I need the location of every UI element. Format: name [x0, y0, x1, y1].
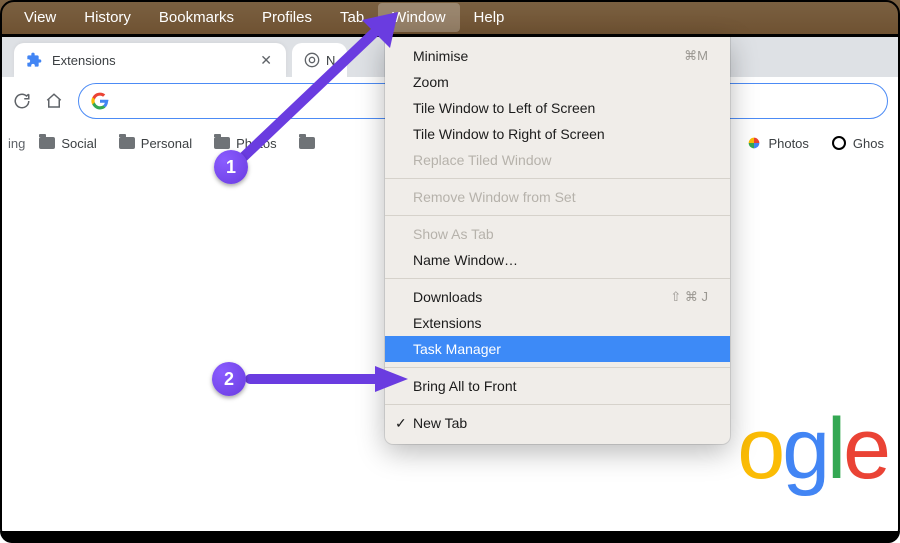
menu-item-label: Extensions [413, 315, 481, 331]
bookmark-ghostery[interactable]: Ghos [823, 131, 892, 155]
tab-next[interactable]: N [292, 43, 347, 77]
chrome-icon [304, 52, 320, 68]
menu-item-new-tab[interactable]: ✓ New Tab [385, 410, 730, 436]
menu-item-label: New Tab [413, 415, 467, 431]
menu-history[interactable]: History [70, 3, 145, 32]
menu-item-label: Downloads [413, 289, 482, 305]
menu-item-minimise[interactable]: Minimise ⌘M [385, 43, 730, 69]
folder-icon [299, 137, 315, 149]
menu-item-label: Show As Tab [413, 226, 494, 242]
bookmark-social[interactable]: Social [31, 132, 104, 155]
google-photos-icon [746, 135, 762, 151]
reload-icon[interactable] [12, 91, 32, 111]
bookmark-cut: ing [8, 136, 25, 151]
tab-extensions[interactable]: Extensions ✕ [14, 43, 286, 77]
circle-icon [831, 135, 847, 151]
folder-icon [39, 137, 55, 149]
menu-window[interactable]: Window [378, 3, 459, 32]
folder-icon [214, 137, 230, 149]
screenshot-frame-bottom [0, 531, 900, 543]
google-g-icon [91, 92, 109, 110]
close-tab-icon[interactable]: ✕ [256, 50, 276, 71]
menu-item-zoom[interactable]: Zoom [385, 69, 730, 95]
menu-item-label: Zoom [413, 74, 449, 90]
menu-item-label: Remove Window from Set [413, 189, 576, 205]
window-menu-dropdown: Minimise ⌘M Zoom Tile Window to Left of Scr… [385, 37, 730, 444]
google-logo: ogle [737, 400, 888, 499]
menu-item-tile-window-to-left-of-screen[interactable]: Tile Window to Left of Screen [385, 95, 730, 121]
menu-item-tile-window-to-right-of-screen[interactable]: Tile Window to Right of Screen [385, 121, 730, 147]
menu-item-task-manager[interactable]: Task Manager [385, 336, 730, 362]
extension-icon [26, 52, 42, 68]
bookmark-photos-r[interactable]: Photos [738, 131, 816, 155]
bookmark-hidden[interactable] [291, 133, 323, 153]
menu-item-remove-window-from-set: Remove Window from Set [385, 184, 730, 210]
tab-title: Extensions [52, 53, 116, 68]
menu-item-extensions[interactable]: Extensions [385, 310, 730, 336]
menu-item-bring-all-to-front[interactable]: Bring All to Front [385, 373, 730, 399]
menu-item-downloads[interactable]: Downloads ⇧ ⌘ J [385, 284, 730, 310]
tab-next-letter: N [326, 53, 335, 68]
menu-item-label: Bring All to Front [413, 378, 517, 394]
bookmark-photos[interactable]: Photos [206, 132, 284, 155]
menu-item-label: Tile Window to Left of Screen [413, 100, 595, 116]
menu-item-label: Task Manager [413, 341, 501, 357]
menu-view[interactable]: View [10, 3, 70, 32]
menu-bookmarks[interactable]: Bookmarks [145, 3, 248, 32]
menu-shortcut: ⌘M [684, 48, 708, 64]
menu-help[interactable]: Help [460, 3, 519, 32]
annotation-badge-2: 2 [212, 362, 246, 396]
menu-shortcut: ⇧ ⌘ J [670, 289, 708, 305]
menu-item-label: Tile Window to Right of Screen [413, 126, 605, 142]
menu-item-label: Name Window… [413, 252, 518, 268]
annotation-badge-1: 1 [214, 150, 248, 184]
folder-icon [119, 137, 135, 149]
home-icon[interactable] [44, 91, 64, 111]
menu-item-label: Replace Tiled Window [413, 152, 552, 168]
menu-item-show-as-tab: Show As Tab [385, 221, 730, 247]
menu-profiles[interactable]: Profiles [248, 3, 326, 32]
menu-tab[interactable]: Tab [326, 3, 378, 32]
menu-item-replace-tiled-window: Replace Tiled Window [385, 147, 730, 173]
bookmark-personal[interactable]: Personal [111, 132, 200, 155]
macos-menubar: View History Bookmarks Profiles Tab Wind… [0, 0, 900, 37]
menu-item-name-window-[interactable]: Name Window… [385, 247, 730, 273]
check-icon: ✓ [395, 415, 407, 432]
menu-item-label: Minimise [413, 48, 468, 64]
